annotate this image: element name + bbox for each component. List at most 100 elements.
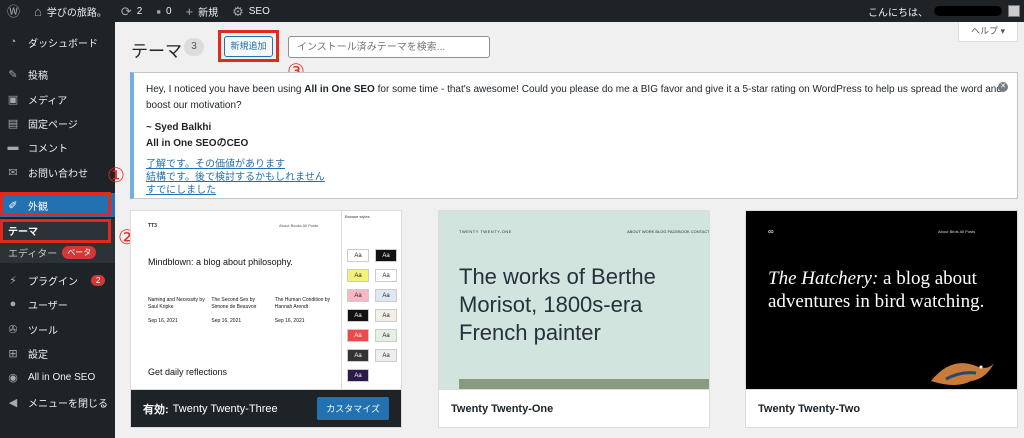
sidebar-item-label: ダッシュボード [28, 38, 98, 50]
style-swatch: Aa [375, 349, 397, 362]
style-swatch: Aa [347, 249, 369, 262]
notice-plugin-name: All in One SEO [304, 84, 375, 95]
style-swatch: Aa [347, 309, 369, 322]
preview-nav: About Books All Posts [279, 223, 319, 228]
preview-post-date: Sep 16, 2021 [211, 318, 242, 324]
style-swatch: Aa [347, 269, 369, 282]
sidebar-item-aioseo[interactable]: ◉ All in One SEO [0, 365, 115, 389]
sidebar-item-label: お問い合わせ [28, 168, 88, 180]
sidebar-item-label: プラグイン [28, 276, 78, 288]
page-icon: ▤ [7, 117, 19, 130]
notice-text: Hey, I noticed you have been using [146, 84, 305, 95]
notice-signature-name: ~ Syed Balkhi [146, 122, 212, 133]
sidebar-item-media[interactable]: ▣ メディア [0, 87, 115, 111]
plugin-icon: ⚡ [9, 274, 17, 287]
rating-notice: Hey, I noticed you have been using All i… [130, 72, 1018, 199]
style-swatch: Aa [375, 249, 397, 262]
style-swatch: Aa [347, 329, 369, 342]
sidebar-item-plugins[interactable]: ⚡ プラグイン 2 [0, 268, 115, 292]
style-swatch: Aa [347, 349, 369, 362]
updates-icon: ⟳ [120, 3, 132, 19]
sidebar-item-label: ツール [28, 325, 58, 337]
comments-item[interactable]: ▪ 0 [149, 0, 178, 22]
add-new-theme-button[interactable]: 新規追加 [224, 36, 273, 57]
notice-link-rate[interactable]: 了解です。その価値があります [146, 158, 1005, 171]
sidebar-item-label: All in One SEO [28, 371, 96, 383]
sidebar-item-label: メディア [28, 95, 68, 107]
seo-label: SEO [248, 5, 270, 17]
sidebar-item-label: コメント [28, 143, 68, 155]
updates-item[interactable]: ⟳ 2 [114, 0, 149, 22]
theme-name: Twenty Twenty-Two [758, 402, 861, 415]
preview-headline: Mindblown: a blog about philosophy. [148, 257, 293, 267]
comment-bubble-icon: ▪ [156, 3, 161, 19]
style-swatch: Aa [347, 289, 369, 302]
style-swatch: Aa [375, 329, 397, 342]
notice-link-done[interactable]: すでにしました [146, 184, 1005, 197]
submenu-label: エディター [8, 248, 58, 260]
sidebar-item-comments[interactable]: ▬ コメント [0, 135, 115, 159]
sidebar-item-label: ユーザー [28, 300, 68, 312]
sidebar-item-tools[interactable]: ✇ ツール [0, 317, 115, 341]
preview-posts: Naming and Necessity by Saul Kripke Sep 1… [148, 297, 348, 325]
sidebar-item-contact[interactable]: ✉ お問い合わせ [0, 160, 115, 184]
theme-search-input[interactable] [288, 36, 490, 58]
help-tab-button[interactable]: ヘルプ ▾ [958, 22, 1018, 42]
new-label: 新規 [198, 7, 219, 19]
new-content-item[interactable]: + 新規 [179, 0, 226, 22]
theme-screenshot: TWENTY TWENTY-ONE ABOUT WORK BLOG FACEBO… [439, 211, 709, 391]
preview-brand: TWENTY TWENTY-ONE [459, 229, 512, 234]
seo-item[interactable]: ⚙ SEO [225, 0, 277, 22]
plugin-update-badge: 2 [91, 274, 106, 286]
sidebar-item-label: 設定 [28, 349, 48, 361]
style-swatch: Aa [375, 289, 397, 302]
collapse-icon: ◀ [8, 396, 18, 409]
site-name-item[interactable]: ⌂ 学びの旅路。 [27, 0, 114, 22]
theme-card-twenty-twenty-three[interactable]: TT3 About Books All Posts Mindblown: a b… [130, 210, 402, 428]
plus-icon: + [185, 3, 194, 19]
theme-count-badge: 3 [184, 38, 204, 56]
submenu-editor[interactable]: エディター ベータ [0, 241, 115, 263]
theme-card-twenty-twenty-two[interactable]: ∞ About Birds All Posts The Hatchery: a … [745, 210, 1018, 428]
sidebar-collapse[interactable]: ◀ メニューを閉じる [0, 390, 115, 414]
redacted-username [934, 6, 1002, 16]
notice-link-later[interactable]: 結構です。後で検討するかもしれません [146, 171, 1005, 184]
comments-count: 0 [165, 5, 172, 17]
sidebar-item-settings[interactable]: ⊞ 設定 [0, 341, 115, 365]
sidebar-item-posts[interactable]: ✎ 投稿 [0, 62, 115, 86]
theme-card-twenty-twenty-one[interactable]: TWENTY TWENTY-ONE ABOUT WORK BLOG FACEBO… [438, 210, 710, 428]
style-swatch: Aa [375, 269, 397, 282]
sidebar-item-label: 投稿 [28, 70, 48, 82]
account-item[interactable]: こんにちは、 [868, 4, 1024, 19]
preview-post-date: Sep 16, 2021 [274, 318, 305, 324]
wordpress-logo-item[interactable]: Ⓦ [0, 0, 27, 22]
sidebar-item-users[interactable]: ● ユーザー [0, 292, 115, 316]
preview-footer-heading: Get daily reflections [148, 367, 228, 377]
sidebar-item-pages[interactable]: ▤ 固定ページ [0, 111, 115, 135]
bird-illustration-icon [931, 363, 994, 385]
preview-post-title: The Human Condition by Hannah Arendt [274, 297, 331, 310]
preview-headline: The Hatchery: a blog about adventures in… [768, 267, 1013, 313]
preview-styles-panel: Browse styles Aa Aa Aa Aa Aa Aa Aa Aa Aa… [341, 211, 401, 391]
settings-icon: ⊞ [8, 347, 18, 360]
theme-card-footer: 有効: Twenty Twenty-Three カスタマイズ [131, 389, 401, 427]
preview-post-date: Sep 16, 2021 [148, 318, 178, 324]
annotation-box-themes [0, 219, 111, 243]
wordpress-logo-icon: Ⓦ [7, 3, 21, 19]
media-icon: ▣ [7, 93, 19, 106]
preview-post-title: The Second Sex by Simone de Beauvoir [211, 297, 257, 310]
avatar [1008, 5, 1020, 17]
customize-button[interactable]: カスタマイズ [317, 397, 389, 420]
admin-bar: Ⓦ ⌂ 学びの旅路。 ⟳ 2 ▪ 0 + 新規 ⚙ SEO こんにちは、 [0, 0, 1024, 22]
preview-brand: TT3 [148, 223, 157, 229]
theme-name: Twenty Twenty-Three [172, 402, 278, 415]
preview-logo-icon: ∞ [768, 227, 774, 236]
notice-dismiss-icon[interactable]: ✕ [998, 82, 1008, 92]
pin-icon: ✎ [8, 68, 18, 81]
aioseo-icon: ◉ [8, 371, 18, 384]
greeting: こんにちは、 [868, 7, 928, 19]
mail-icon: ✉ [8, 166, 18, 179]
style-swatch: Aa [375, 309, 397, 322]
beta-badge: ベータ [62, 245, 97, 259]
sidebar-item-dashboard[interactable]: ◔ ダッシュボード [0, 30, 115, 54]
